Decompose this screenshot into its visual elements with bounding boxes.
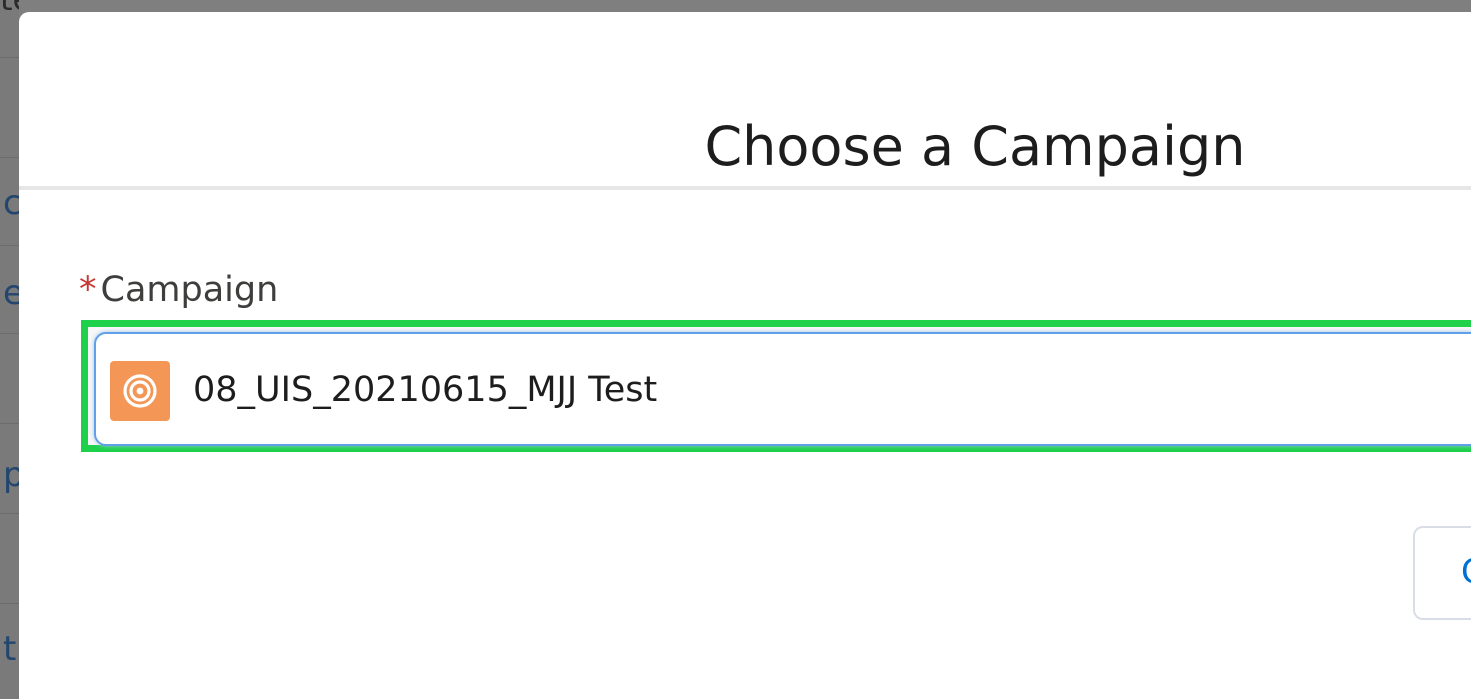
background-divider bbox=[0, 333, 19, 334]
choose-campaign-modal: Choose a Campaign * Campaign 08_UIS_20210… bbox=[19, 12, 1471, 699]
background-divider bbox=[0, 57, 19, 58]
background-page: ted a few seconds ago c e p t bbox=[0, 0, 19, 699]
selected-campaign-value: 08_UIS_20210615_MJJ Test bbox=[193, 370, 658, 410]
campaign-lookup-input[interactable]: 08_UIS_20210615_MJJ Test bbox=[94, 332, 1471, 446]
modal-title: Choose a Campaign bbox=[704, 114, 1246, 178]
required-marker: * bbox=[79, 270, 97, 310]
modal-header: Choose a Campaign bbox=[19, 12, 1471, 190]
background-divider bbox=[0, 245, 19, 246]
background-link-fragment: p bbox=[3, 455, 19, 495]
screen: ted a few seconds ago c e p t Choose a C… bbox=[0, 0, 1471, 699]
background-link-fragment: c bbox=[3, 183, 19, 223]
campaign-target-icon bbox=[110, 361, 170, 421]
background-activity-text: ted a few seconds ago bbox=[0, 0, 19, 16]
background-link-fragment: t bbox=[3, 629, 17, 669]
background-divider bbox=[0, 157, 19, 158]
campaign-label-text: Campaign bbox=[100, 270, 279, 310]
background-divider bbox=[0, 423, 19, 424]
background-divider bbox=[0, 603, 19, 604]
footer-button-label: C bbox=[1461, 552, 1471, 592]
background-divider bbox=[0, 513, 19, 514]
campaign-field-label: * Campaign bbox=[79, 268, 278, 312]
modal-footer-button[interactable]: C bbox=[1413, 526, 1471, 620]
background-link-fragment: e bbox=[3, 273, 19, 313]
